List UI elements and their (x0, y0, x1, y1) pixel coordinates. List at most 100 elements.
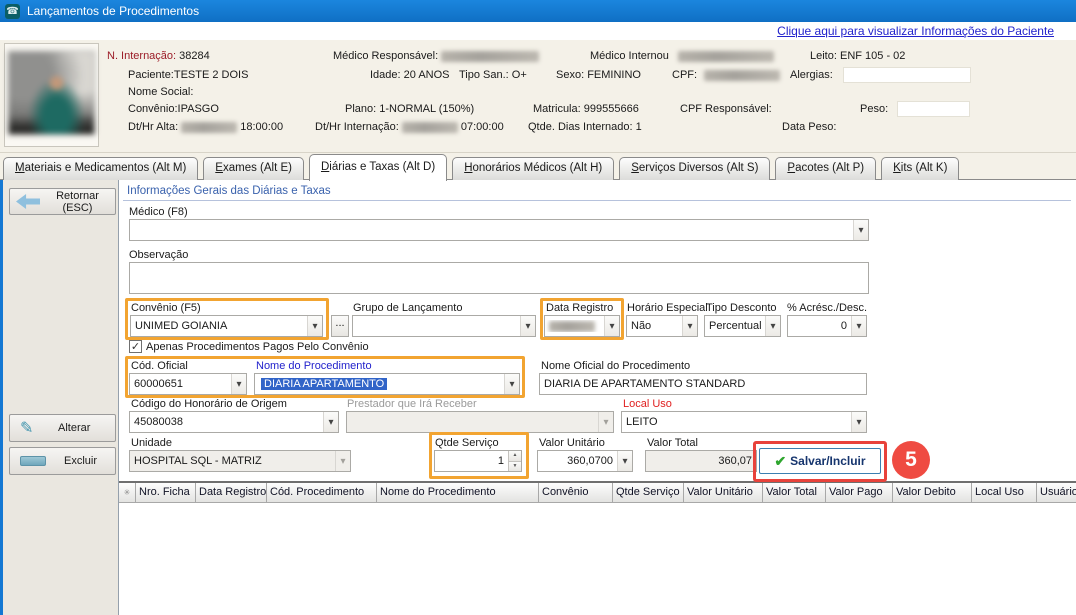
pencil-icon: ✎ (20, 418, 33, 438)
grupo-lancamento-label: Grupo de Lançamento (353, 302, 462, 314)
paciente-value: TESTE 2 DOIS (174, 69, 249, 81)
chevron-down-icon[interactable]: ▾ (307, 316, 322, 336)
field-data-peso: Data Peso: (782, 121, 836, 133)
tipo-desconto-combobox[interactable]: Percentual ▾ (704, 315, 781, 337)
column-header-valor-pago[interactable]: Valor Pago (826, 483, 893, 503)
column-header-nro-ficha[interactable]: Nro. Ficha (136, 483, 196, 503)
column-header-data-registro[interactable]: Data Registro (196, 483, 267, 503)
grid-body-empty[interactable] (119, 503, 1076, 615)
unidade-combobox: HOSPITAL SQL - MATRIZ ▾ (129, 450, 351, 472)
tipo-san-label: Tipo San.: (459, 69, 509, 81)
paciente-label: Paciente: (128, 69, 174, 81)
chevron-down-icon: ▾ (598, 412, 613, 432)
acresc-desc-label: % Acrésc./Desc. (787, 302, 867, 314)
tab-honorarios-medicos[interactable]: Honorários Médicos (Alt H) (452, 157, 614, 180)
field-convenio: Convênio:IPASGO (128, 103, 219, 115)
back-arrow-icon (16, 194, 40, 209)
chevron-down-icon[interactable]: ▾ (853, 220, 868, 240)
column-header-local-uso[interactable]: Local Uso (972, 483, 1037, 503)
excluir-button[interactable]: Excluir (9, 447, 116, 475)
cod-honorario-origem-label: Código do Honorário de Origem (131, 398, 287, 410)
data-peso-label: Data Peso: (782, 121, 836, 133)
nome-oficial-input[interactable]: DIARIA DE APARTAMENTO STANDARD (539, 373, 867, 395)
chevron-down-icon[interactable]: ▾ (231, 374, 246, 394)
tab-pacotes[interactable]: Pacotes (Alt P) (775, 157, 876, 180)
app-window: ☎ Lançamentos de Procedimentos Clique aq… (0, 0, 1076, 615)
plano-value: 1-NORMAL (150%) (379, 103, 474, 115)
tab-label: xames (Alt E) (223, 162, 292, 174)
tab-exames[interactable]: Exames (Alt E) (203, 157, 304, 180)
column-header-qtde-servico[interactable]: Qtde Serviço (613, 483, 684, 503)
chevron-down-icon[interactable]: ▾ (765, 316, 780, 336)
chevron-down-icon[interactable]: ▾ (323, 412, 338, 432)
column-header-nome-procedimento[interactable]: Nome do Procedimento (377, 483, 539, 503)
valor-unitario-combobox[interactable]: 360,0700 ▾ (537, 450, 633, 472)
prestador-label: Prestador que Irá Receber (347, 398, 477, 410)
spinner-buttons[interactable]: ▲ ▼ (508, 451, 521, 471)
field-cpf-responsavel: CPF Responsável: (680, 103, 772, 115)
chevron-down-icon[interactable]: ▾ (851, 412, 866, 432)
horario-especial-combobox[interactable]: Não ▾ (626, 315, 698, 337)
field-peso: Peso: (860, 103, 888, 115)
cod-oficial-combobox[interactable]: 60000651 ▾ (129, 373, 247, 395)
chevron-down-icon[interactable]: ▾ (682, 316, 697, 336)
spin-up-icon[interactable]: ▲ (509, 451, 521, 461)
tab-label: its (Alt K) (901, 162, 948, 174)
salvar-incluir-label: Salvar/Incluir (790, 454, 865, 468)
tab-materiais-medicamentos[interactable]: Materiais e Medicamentos (Alt M) (3, 157, 198, 180)
observacao-label: Observação (129, 249, 188, 261)
retornar-button[interactable]: Retornar (ESC) (9, 188, 116, 215)
medico-responsavel-label: Médico Responsável: (333, 50, 438, 62)
grupo-lancamento-combobox[interactable]: ▾ (352, 315, 536, 337)
chevron-down-icon[interactable]: ▾ (504, 374, 519, 394)
redacted-value (441, 51, 539, 62)
salvar-incluir-button[interactable]: ✔ Salvar/Incluir (759, 448, 881, 474)
column-header-convenio[interactable]: Convênio (539, 483, 613, 503)
tab-kits[interactable]: Kits (Alt K) (881, 157, 959, 180)
convenio-f5-value: UNIMED GOIANIA (131, 320, 307, 332)
convenio-f5-combobox[interactable]: UNIMED GOIANIA ▾ (130, 315, 323, 337)
patient-info-link[interactable]: Clique aqui para visualizar Informações … (777, 24, 1054, 38)
apenas-pagos-label: Apenas Procedimentos Pagos Pelo Convênio (146, 341, 369, 353)
valor-unitario-value: 360,0700 (538, 455, 617, 467)
observacao-textarea[interactable] (129, 262, 869, 294)
redacted-value (549, 321, 595, 332)
spin-down-icon[interactable]: ▼ (509, 461, 521, 472)
column-header-valor-total[interactable]: Valor Total (763, 483, 826, 503)
column-header-cod-procedimento[interactable]: Cód. Procedimento (267, 483, 377, 503)
field-alergias: Alergias: (790, 69, 833, 81)
tab-diarias-taxas[interactable]: Diárias e Taxas (Alt D) (309, 154, 447, 181)
field-medico-responsavel: Médico Responsável: (333, 50, 539, 62)
plano-label: Plano: (345, 103, 376, 115)
diarias-taxas-panel: Informações Gerais das Diárias e Taxas M… (118, 180, 1076, 615)
tipo-desconto-label: Tipo Desconto (706, 302, 777, 314)
medico-f8-label: Médico (F8) (129, 206, 188, 218)
alterar-button[interactable]: ✎ Alterar (9, 414, 116, 442)
chevron-down-icon[interactable]: ▾ (851, 316, 866, 336)
column-header-usuario[interactable]: Usuário (1037, 483, 1076, 503)
medico-f8-combobox[interactable]: ▾ (129, 219, 869, 241)
chevron-down-icon[interactable]: ▾ (520, 316, 535, 336)
excluir-label: Excluir (46, 455, 115, 467)
acresc-desc-combobox[interactable]: 0 ▾ (787, 315, 867, 337)
column-header-valor-debito[interactable]: Valor Debito (893, 483, 972, 503)
cod-honorario-origem-value: 45080038 (130, 416, 323, 428)
nome-procedimento-combobox[interactable]: DIARIA APARTAMENTO ▾ (254, 373, 520, 395)
chevron-down-icon[interactable]: ▾ (604, 316, 619, 336)
idade-value: 20 ANOS (404, 69, 450, 81)
valor-unitario-label: Valor Unitário (539, 437, 605, 449)
cod-honorario-origem-combobox[interactable]: 45080038 ▾ (129, 411, 339, 433)
valor-total-label: Valor Total (647, 437, 698, 449)
qtde-servico-stepper[interactable]: 1 ▲ ▼ (434, 450, 522, 472)
medico-internou-label: Médico Internou (590, 50, 669, 62)
tab-servicos-diversos[interactable]: Serviços Diversos (Alt S) (619, 157, 770, 180)
chevron-down-icon[interactable]: ▾ (617, 451, 632, 471)
data-registro-combobox[interactable]: ▾ (544, 315, 620, 337)
column-header-valor-unitario[interactable]: Valor Unitário (684, 483, 763, 503)
annotation-badge-5: 5 (892, 441, 930, 479)
local-uso-combobox[interactable]: LEITO ▾ (621, 411, 867, 433)
apenas-pagos-checkbox[interactable]: ✓ (129, 340, 142, 353)
browse-ellipsis-button[interactable]: ... (331, 315, 349, 337)
prestador-combobox: ▾ (346, 411, 614, 433)
link-bar: Clique aqui para visualizar Informações … (0, 22, 1076, 40)
